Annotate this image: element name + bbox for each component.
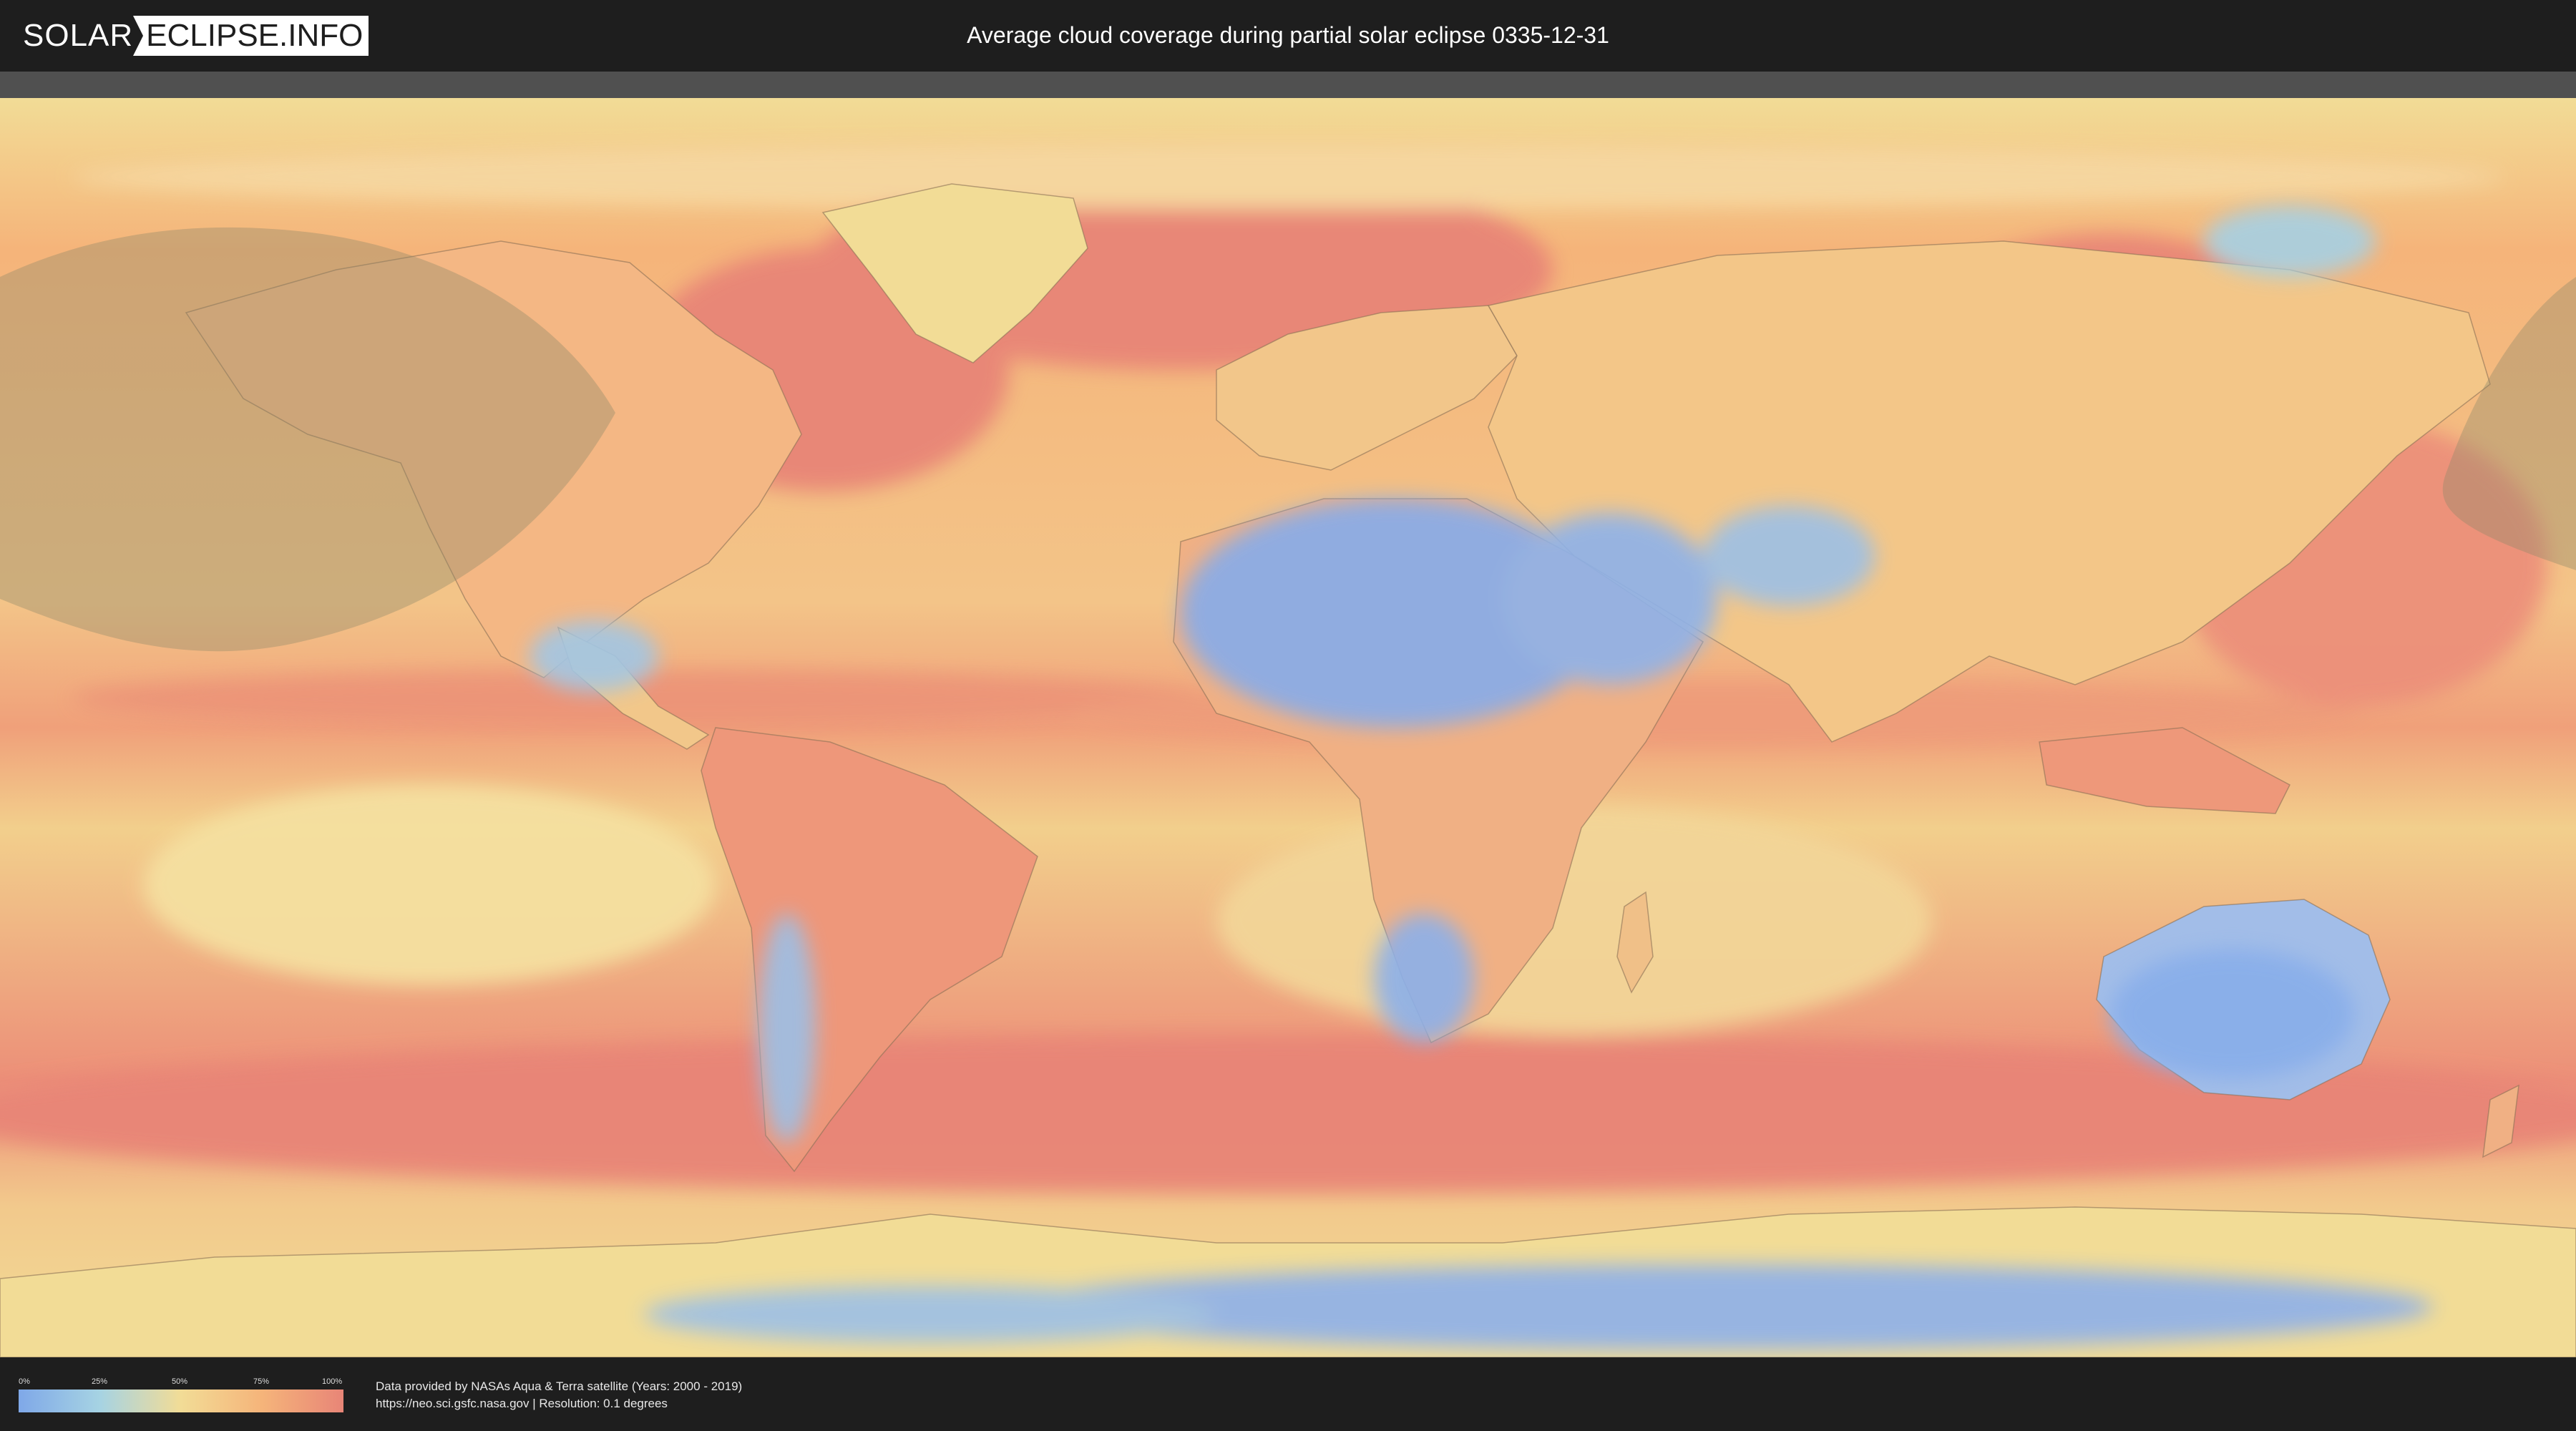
page-title: Average cloud coverage during partial so… bbox=[967, 22, 1609, 48]
legend-tick-25: 25% bbox=[92, 1377, 108, 1386]
legend-tick-labels: 0% 25% 50% 75% 100% bbox=[19, 1377, 343, 1387]
cloud-map-graphic bbox=[0, 98, 2576, 1357]
legend-color-scale bbox=[19, 1390, 343, 1412]
data-credits: Data provided by NASAs Aqua & Terra sate… bbox=[376, 1378, 742, 1412]
credits-line-2: https://neo.sci.gsfc.nasa.gov | Resoluti… bbox=[376, 1397, 668, 1410]
legend-tick-100: 100% bbox=[322, 1377, 343, 1386]
legend-tick-75: 75% bbox=[253, 1377, 270, 1386]
credits-line-1: Data provided by NASAs Aqua & Terra sate… bbox=[376, 1379, 743, 1393]
header-bar: SOLAR ECLIPSE.INFO Average cloud coverag… bbox=[0, 0, 2576, 72]
legend-tick-50: 50% bbox=[172, 1377, 188, 1386]
cloud-coverage-map[interactable] bbox=[0, 98, 2576, 1357]
sub-header-strip bbox=[0, 72, 2576, 98]
legend-tick-0: 0% bbox=[19, 1377, 30, 1386]
